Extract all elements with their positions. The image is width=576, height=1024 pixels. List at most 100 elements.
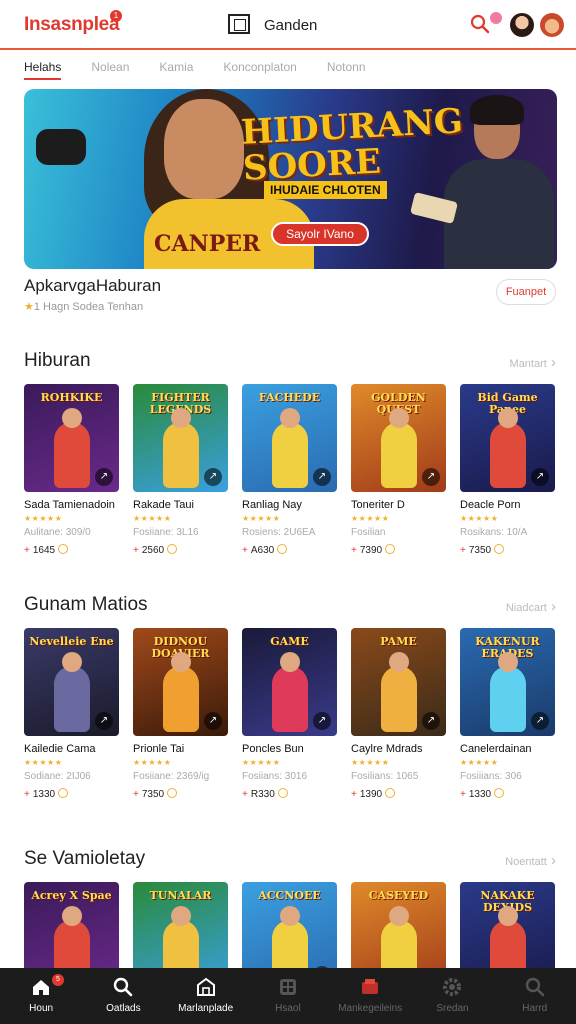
rating-stars: ★★★★★ [242,758,281,767]
game-card[interactable]: FIGHTER LEGENDS↗ Rakade Taui ★★★★★ Fosiiane… [133,384,228,556]
nav-label: Hsaol [275,1003,301,1014]
avatar[interactable] [540,13,564,37]
see-more-link[interactable]: Noentatt [505,852,556,869]
nav-label: Oatlads [106,1003,141,1014]
nav-item-houn[interactable]: 5 Houn [0,968,82,1024]
game-character [381,408,417,488]
game-name: Prionle Tai [133,743,185,755]
game-card[interactable]: DIDNOU DOAVIER↗ Prionle Tai ★★★★★ Fosiiane:… [133,628,228,800]
game-name: Toneriter D [351,499,405,511]
nav-label: Mankegeileins [338,1003,403,1014]
game-price: +1330 [460,788,555,800]
hero-subtitle: IHUDAIE CHLOTEN [264,181,387,199]
promo-button[interactable]: Fuanpet [496,279,556,305]
game-thumbnail[interactable]: Nevelleie Ene ↗ [24,628,119,736]
nav-item-marlanplade[interactable]: Marlanplade [165,968,247,1024]
coin-icon [58,544,69,554]
game-row: ROHKIKE ↗ Sada Tamienadoin ★★★★★ Aulitane: 3… [24,384,564,556]
tab-konconplaton[interactable]: Konconplaton [223,60,296,80]
hero-cta-button[interactable]: Sayolr IVano [271,222,369,246]
avatar[interactable] [510,13,534,37]
plus-icon: + [460,545,466,556]
game-meta: Sodiane: 2IJ06 [24,771,91,782]
game-thumbnail[interactable]: DIDNOU DOAVIER↗ [133,628,228,736]
nav-item-harrd[interactable]: Harrd [494,968,576,1024]
tab-kamia[interactable]: Kamia [159,60,193,80]
game-price: +1330 [24,788,119,800]
star-icon: ★ [24,301,34,313]
game-card[interactable]: Bid Game Panee↗ Deacle Porn ★★★★★ Rosikans:… [460,384,555,556]
coin-icon [494,544,505,554]
promo-title: ApkarvgaHaburan [24,276,162,295]
game-card[interactable]: Nevelleie Ene ↗ Kailedie Cama ★★★★★ Sodiane:… [24,628,119,800]
rating-stars: ★★★★★ [24,514,63,523]
game-card[interactable]: PAME ↗ Caylre Mdrads ★★★★★ Fosilians: 1065 +1… [351,628,446,800]
search-icon[interactable] [470,14,490,34]
game-meta: Fosilian [351,527,386,538]
game-character [490,408,526,488]
game-thumbnail[interactable]: FIGHTER LEGENDS↗ [133,384,228,492]
game-character [490,652,526,732]
frame-icon[interactable] [228,14,250,34]
game-thumbnail[interactable]: GAME ↗ [242,628,337,736]
game-card[interactable]: GOLDEN QUEST↗ Toneriter D ★★★★★ Fosilian +73… [351,384,446,556]
game-meta: Fosiiane: 2369/ig [133,771,210,782]
see-more-link[interactable]: Mantart [510,354,556,371]
play-icon[interactable]: ↗ [95,712,113,730]
tab-helahs[interactable]: Helahs [24,60,62,80]
coin-icon [494,788,505,798]
game-card[interactable]: KAKENUR ERADES↗ Canelerdainan ★★★★★ Fosiiia… [460,628,555,800]
play-icon[interactable]: ↗ [313,468,331,486]
coin-icon [167,544,178,554]
game-thumbnail[interactable]: ROHKIKE ↗ [24,384,119,492]
game-card[interactable]: ROHKIKE ↗ Sada Tamienadoin ★★★★★ Aulitane: 3… [24,384,119,556]
nav-item-hsaol[interactable]: Hsaol [247,968,329,1024]
see-more-link[interactable]: Niadcart [506,598,556,615]
game-price: +7350 [460,544,555,556]
game-art-title: ROHKIKE [40,391,103,404]
app-logo[interactable]: Insasnplea [24,14,120,36]
rating-stars: ★★★★★ [351,758,390,767]
game-art-title: CASEYED [368,889,429,902]
game-meta: Rosikans: 10/A [460,527,528,538]
game-meta: Fosiiians: 306 [460,771,522,782]
game-price: + R330 [242,788,337,800]
hero-girl-illustration: CANPER [84,89,314,269]
hero-banner[interactable]: CANPER HIDURANG SOORE IHUDAIE CHLOTEN Sa… [24,89,557,269]
nav-label: Marlanplade [178,1003,234,1014]
rating-stars: ★★★★★ [24,758,63,767]
nav-label: Sredan [436,1003,469,1014]
play-icon[interactable]: ↗ [204,712,222,730]
notification-badge: 1 [110,10,122,22]
game-card[interactable]: FACHEDE ↗ Ranliag Nay ★★★★★ Rosiens: 2U6EA + A… [242,384,337,556]
game-thumbnail[interactable]: FACHEDE ↗ [242,384,337,492]
plus-icon: + [351,545,357,556]
play-icon[interactable]: ↗ [422,468,440,486]
game-thumbnail[interactable]: GOLDEN QUEST↗ [351,384,446,492]
game-thumbnail[interactable]: Bid Game Panee↗ [460,384,555,492]
section-title: Gunam Matios [24,594,148,615]
section-title: Hiburan [24,350,91,371]
nav-item-mankegeileins[interactable]: Mankegeileins [329,968,411,1024]
game-art-title: GAME [270,635,309,648]
game-thumbnail[interactable]: KAKENUR ERADES↗ [460,628,555,736]
nav-item-oatlads[interactable]: Oatlads [82,968,164,1024]
play-icon[interactable]: ↗ [531,712,549,730]
game-thumbnail[interactable]: PAME ↗ [351,628,446,736]
nav-item-sredan[interactable]: Sredan [411,968,493,1024]
game-name: Caylre Mdrads [351,743,423,755]
game-price: + A630 [242,544,337,556]
coin-icon [385,544,396,554]
game-price: +2560 [133,544,228,556]
search-icon [114,977,133,997]
play-icon[interactable]: ↗ [95,468,113,486]
tab-notonn[interactable]: Notonn [327,60,366,80]
tab-nolean[interactable]: Nolean [91,60,129,80]
game-row: Nevelleie Ene ↗ Kailedie Cama ★★★★★ Sodiane:… [24,628,564,800]
play-icon[interactable]: ↗ [531,468,549,486]
gamepad-icon [36,129,86,165]
game-card[interactable]: GAME ↗ Poncles Bun ★★★★★ Fosiians: 3016 + R330 [242,628,337,800]
play-icon[interactable]: ↗ [313,712,331,730]
play-icon[interactable]: ↗ [204,468,222,486]
play-icon[interactable]: ↗ [422,712,440,730]
